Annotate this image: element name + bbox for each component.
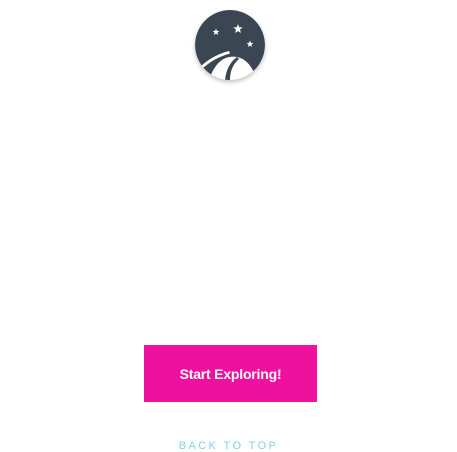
logo <box>195 10 265 80</box>
start-exploring-button[interactable]: Start Exploring! <box>144 345 317 402</box>
page: Start Exploring! BACK TO TOP <box>0 0 457 452</box>
night-sky-observatory-icon <box>195 10 265 80</box>
back-to-top-link[interactable]: BACK TO TOP <box>0 440 457 452</box>
